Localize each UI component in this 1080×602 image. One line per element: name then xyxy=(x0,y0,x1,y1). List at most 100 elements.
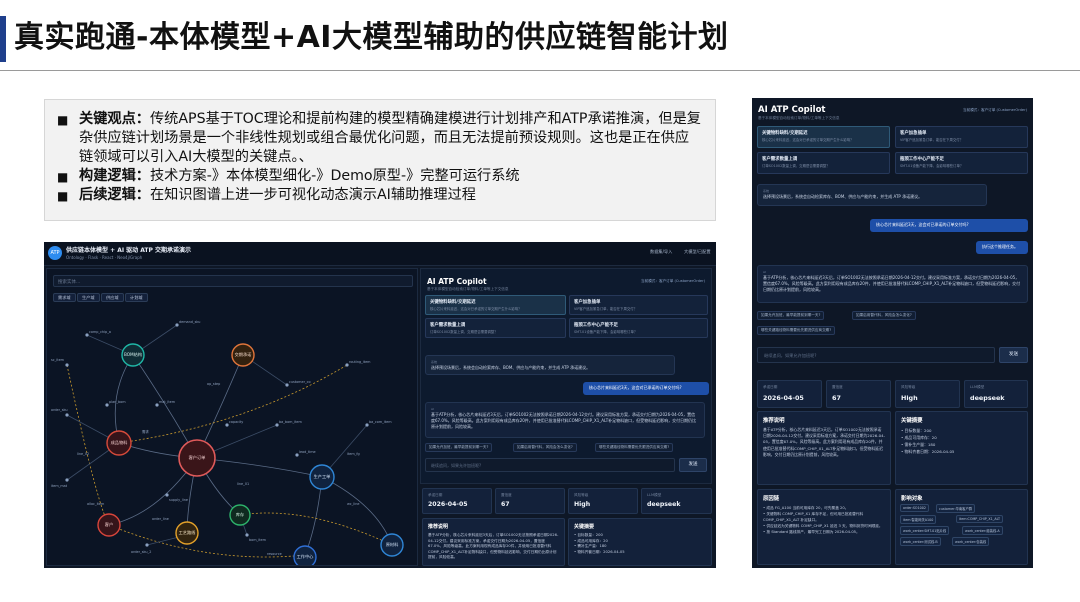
user-message: 核心芯片来料延迟3天，这会对已承诺的订单交付吗? xyxy=(583,382,709,395)
bullet-icon: ■ xyxy=(57,189,69,203)
recommendation-section: 推荐说明 基于ATP分析，核心芯片来料延迟3天后，订单SO1002无法按照承诺日… xyxy=(422,518,565,566)
card-desc: VIP客户追加紧急订单，能否在下周交付？ xyxy=(900,138,964,142)
scenario-card-capacity-shortage[interactable]: 瓶颈工作中心产能不足 SMT-01设备产能下降，会影响哪些订单？ xyxy=(569,318,708,338)
suggestion-overtime[interactable]: 如果允许加班，最早能提前到哪一天? xyxy=(757,311,825,320)
summary-item-text: 成品可用库存：20 xyxy=(904,435,937,440)
scenario-card-rush-order[interactable]: 客户加急插单 VIP客户追加紧急订单，能否在下周交付？ xyxy=(569,295,708,315)
suggestion-critical-path[interactable]: 哪些关键路径物料需要优先跟进供应商交期? xyxy=(757,326,836,335)
graph-edge-highlight xyxy=(118,364,348,444)
kpi-llm-model: LLM模型 deepseek xyxy=(641,488,712,514)
graph-minor-label: supply_line xyxy=(169,498,188,502)
impact-tag[interactable]: work_center:包装线 xyxy=(952,537,990,546)
send-button[interactable]: 发送 xyxy=(999,347,1028,363)
user-message-followup: 执行这个推理任务。 xyxy=(976,241,1028,254)
summary-item: • 目标数量：200 xyxy=(901,428,932,433)
impact-tag[interactable]: work_center:组装线-A xyxy=(962,526,1003,535)
point-text: 在知识图谱上进一步可视化动态演示AI辅助推理过程 xyxy=(149,187,476,203)
graph-minor-label: alloc_item xyxy=(87,502,105,506)
ai-message-text: 基于ATP分析，核心芯片来料延迟3天后，订单SO1002无法按照承诺日期2026… xyxy=(763,275,1021,292)
suggestion-substitute[interactable]: 如果启用替代料，风险会怎么变化? xyxy=(513,443,577,452)
card-title: 瓶颈工作中心产能不足 xyxy=(574,323,618,328)
bullet-icon: ■ xyxy=(57,113,69,127)
scenario-card-rush-order[interactable]: 客户加急插单 VIP客户追加紧急订单，能否在下周交付？ xyxy=(895,126,1028,148)
impact-tag[interactable]: item:智能网关A100 xyxy=(900,515,937,524)
graph-node-customer[interactable]: 客户 xyxy=(97,513,121,537)
copilot-input[interactable]: 继续追问，如果允许加班呢? xyxy=(425,458,675,472)
card-desc: VIP客户追加紧急订单，能否在下周交付？ xyxy=(574,307,638,311)
graph-search-input[interactable]: 搜索实体... xyxy=(53,275,413,287)
impact-tag[interactable]: work_center:测试线-B xyxy=(900,537,941,546)
graph-node-routing[interactable]: 工艺路线 xyxy=(175,521,199,545)
graph-node-customer-order[interactable]: 客户订单 xyxy=(178,439,216,477)
suggestion-substitute[interactable]: 如果启用替代料，风险会怎么变化? xyxy=(852,311,916,320)
title-accent-bar xyxy=(0,16,6,62)
impact-tag[interactable]: item:COMP_CHIP_X1_ALT xyxy=(956,515,1003,523)
graph-node-work-order[interactable]: 生产工单 xyxy=(309,464,335,490)
filter-chip-plan[interactable]: 计划域 xyxy=(125,293,148,302)
card-title: 客户需求数量上调 xyxy=(430,323,466,328)
graph-node-inventory[interactable]: 库存 xyxy=(229,504,251,526)
graph-node-delivery-promise[interactable]: 交期承诺 xyxy=(231,343,255,367)
scenario-card-capacity-shortage[interactable]: 瓶颈工作中心产能不足 SMT-01设备产能下降，会影响哪些订单？ xyxy=(895,152,1028,174)
graph-node-finished-material[interactable]: 成品物料 xyxy=(106,430,132,456)
node-label: 客户订单 xyxy=(189,454,206,461)
copilot-title: AI ATP Copilot xyxy=(427,277,487,286)
suggestion-critical-path[interactable]: 哪些关键路径物料需要优先跟进供应商交期? xyxy=(595,443,674,452)
kpi-label: LLM模型 xyxy=(970,385,985,389)
graph-minor-label: ba_com_item xyxy=(369,420,392,424)
card-desc: SMT-01设备产能下降，会影响哪些订单？ xyxy=(574,330,638,334)
dataset-button[interactable]: 数据集/导入 xyxy=(650,249,672,255)
scenario-card-material-delay[interactable]: 关键物料缺料/交期延迟 核心芯片来料延迟，这会对已承诺的订单交期产生什么影响？ xyxy=(757,126,890,148)
section-title: 原因链 xyxy=(763,496,780,502)
scenario-card-qty-increase[interactable]: 客户需求数量上调 订单SO1002数量上调，交期是否需要调整？ xyxy=(757,152,890,174)
graph-node-raw-material[interactable]: 原材料 xyxy=(380,533,404,557)
send-button[interactable]: 发送 xyxy=(679,458,707,472)
filter-chip-supply[interactable]: 供应域 xyxy=(101,293,124,302)
graph-edge-label: 需求 xyxy=(142,429,149,434)
graph-minor-label: item_mat xyxy=(51,484,68,488)
scenario-card-qty-increase[interactable]: 客户需求数量上调 订单SO1002数量上调，交期是否需要调整？ xyxy=(425,318,566,338)
ai-message-text: 基于ATP分析，核心芯片来料延迟3天后，订单SO1002无法按照承诺日期2026… xyxy=(431,412,697,429)
llm-status-button[interactable]: 大模型/已配置 xyxy=(684,249,711,255)
graph-edge xyxy=(321,476,393,546)
impact-tag[interactable]: work_center:SMT-01贴片线 xyxy=(900,526,950,535)
summary-item-text: 成品可用库存：20 xyxy=(577,538,608,543)
graph-node-work-center[interactable]: 工作中心 xyxy=(293,545,317,565)
kpi-value: 67 xyxy=(501,501,510,508)
kpi-risk-level: 风险等级 High xyxy=(895,380,960,408)
node-label: 工艺路线 xyxy=(179,529,197,536)
point-text: 技术方案-》本体模型细化-》Demo原型-》完整可运行系统 xyxy=(149,168,520,184)
kpi-label: 承诺日期 xyxy=(428,493,443,497)
reason-item-text: 供应延迟为关键物料 COMP_CHIP_X1 延迟 3 天，物料到货时间顺延。 xyxy=(766,524,883,528)
point-build-logic: ■ 构建逻辑：技术方案-》本体模型细化-》Demo原型-》完整可运行系统 xyxy=(57,167,703,186)
graph-node-bom[interactable]: BOM结构 xyxy=(121,343,145,367)
card-title: 关键物料缺料/交期延迟 xyxy=(762,131,808,136)
user-message: 核心芯片来料延迟3天，这会对已承诺的订单交付吗? xyxy=(870,219,1028,232)
graph-minor-label: line_02 xyxy=(77,452,89,456)
scenario-card-material-delay[interactable]: 关键物料缺料/交期延迟 核心芯片来料延迟，这会对已承诺的订单交期产生什么影响？ xyxy=(425,295,566,315)
graph-minor-label: line_01 xyxy=(237,482,249,486)
copilot-panel: AI ATP Copilot 基于本体模型自动检索订单/物料/工单等上下文信息 … xyxy=(420,268,712,484)
knowledge-graph-canvas[interactable]: comp_chip_a demand_sku customer_co ba_bo… xyxy=(47,305,417,565)
graph-minor-label: lead_time xyxy=(299,450,316,454)
summary-item-text: 物料齐套日期：2026-04-05 xyxy=(904,449,955,454)
filter-chip-production[interactable]: 生产域 xyxy=(77,293,100,302)
filter-chip-demand[interactable]: 需求域 xyxy=(53,293,76,302)
bullet-icon: ■ xyxy=(57,170,69,184)
graph-minor-label: order_line xyxy=(152,517,169,521)
card-desc: 核心芯片来料延迟，这会对已承诺的订单交期产生什么影响？ xyxy=(762,138,854,142)
node-label: 客户 xyxy=(105,521,113,528)
impact-tag[interactable]: customer:华南客户群 xyxy=(936,504,976,513)
kpi-value: 67 xyxy=(832,394,841,402)
summary-item-text: 目标数量：200 xyxy=(577,533,603,537)
node-label: 工作中心 xyxy=(297,553,315,560)
app-logo-icon: ATP xyxy=(48,246,62,260)
section-title: 关键摘要 xyxy=(574,524,595,530)
impact-tag[interactable]: order:SO1002 xyxy=(900,504,929,512)
copilot-title: AI ATP Copilot xyxy=(758,105,826,115)
card-desc: 订单SO1002数量上调，交期是否需要调整？ xyxy=(430,330,498,334)
copilot-input[interactable]: 继续追问，如果允许加班呢? xyxy=(757,347,995,363)
suggestion-overtime[interactable]: 如果允许加班，最早能提前到哪一天? xyxy=(425,443,493,452)
reason-chain-section: 原因链 • 成品 FG_A100 当前可用库存 20，可先覆盖 20。 • 关键… xyxy=(757,489,891,565)
graph-minor-label: routing_item xyxy=(349,360,371,364)
